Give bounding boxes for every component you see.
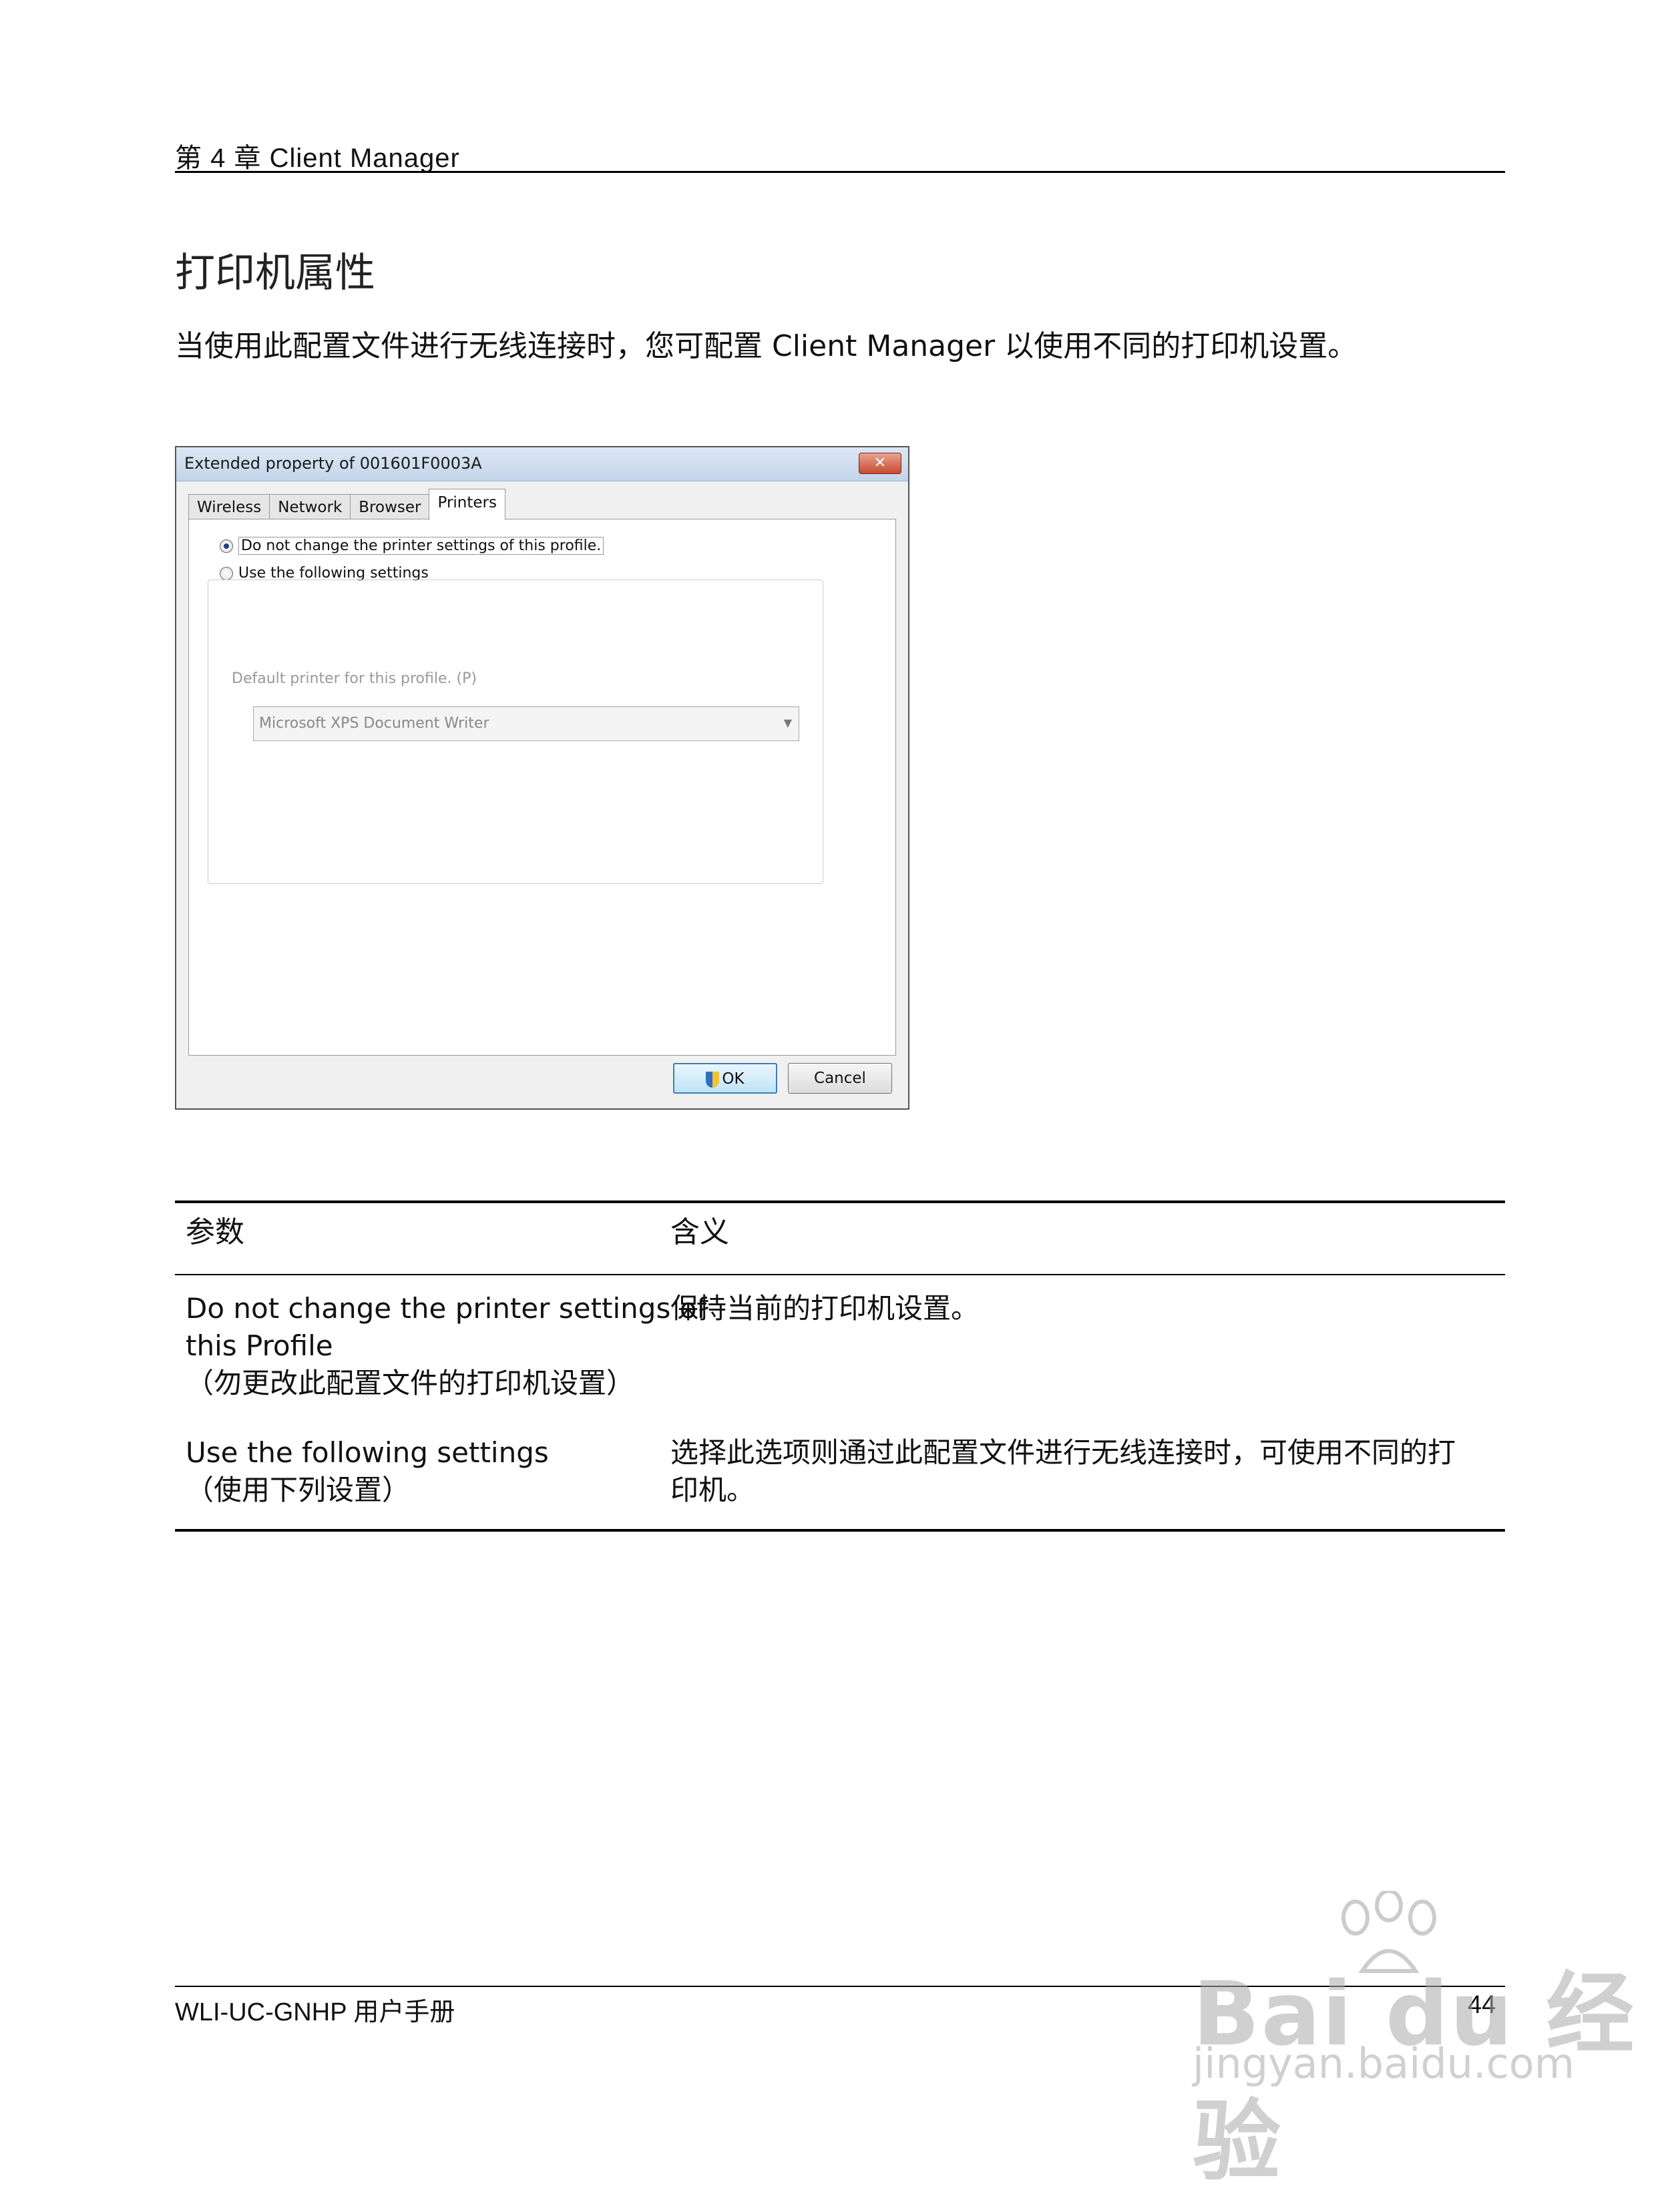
printers-tab-panel: Do not change the printer settings of th… (188, 519, 896, 1056)
table-row-2-param: Use the following settings （使用下列设置） (186, 1434, 549, 1509)
option-no-change-label: Do not change the printer settings of th… (238, 537, 604, 555)
table-header-rule (175, 1274, 1505, 1275)
radio-no-change[interactable] (220, 539, 233, 553)
close-icon: ✕ (873, 455, 887, 471)
table-row-1-meaning: 保持当前的打印机设置。 (670, 1292, 980, 1325)
ok-button-label: OK (722, 1070, 745, 1088)
section-title: 打印机属性 (175, 250, 375, 296)
close-button[interactable]: ✕ (859, 453, 901, 474)
dialog-titlebar: Extended property of 001601F0003A ✕ (176, 447, 908, 481)
shield-icon (706, 1071, 720, 1088)
radio-use-following[interactable] (220, 566, 233, 580)
cancel-button[interactable]: Cancel (788, 1063, 892, 1094)
tab-wireless[interactable]: Wireless (188, 494, 270, 520)
table-row-1-param: Do not change the printer settings of th… (186, 1290, 706, 1402)
footer-manual-name: WLI-UC-GNHP 用户手册 (175, 1998, 455, 2026)
table-header-param: 参数 (186, 1215, 244, 1249)
row-2-meaning-line1: 选择此选项则通过此配置文件进行无线连接时，可使用不同的打 (670, 1436, 1456, 1469)
tab-browser[interactable]: Browser (350, 494, 430, 520)
printer-select[interactable]: Microsoft XPS Document Writer ▼ (253, 706, 799, 741)
table-bottom-rule (175, 1529, 1505, 1532)
row-1-param-cn: （勿更改此配置文件的打印机设置） (186, 1367, 635, 1399)
chevron-down-icon: ▼ (783, 716, 792, 729)
header-rule (175, 171, 1505, 173)
tab-strip: Wireless Network Browser Printers (188, 489, 505, 520)
row-2-param-en: Use the following settings (186, 1436, 549, 1469)
intro-paragraph: 当使用此配置文件进行无线连接时，您可配置 Client Manager 以使用不… (175, 329, 1357, 363)
tab-printers[interactable]: Printers (429, 489, 505, 520)
row-2-param-cn: （使用下列设置） (186, 1474, 411, 1506)
printer-select-value: Microsoft XPS Document Writer (259, 715, 489, 732)
watermark-url: jingyan.baidu.com (1193, 2039, 1575, 2088)
row-2-meaning-line2: 印机。 (670, 1474, 755, 1506)
ok-button[interactable]: OK (673, 1063, 777, 1094)
dialog-title: Extended property of 001601F0003A (184, 454, 482, 473)
row-1-param-en-line1: Do not change the printer settings of (186, 1292, 707, 1325)
running-head: 第 4 章 Client Manager (175, 144, 460, 173)
table-header-meaning: 含义 (670, 1215, 729, 1249)
extended-property-dialog: Extended property of 001601F0003A ✕ Wire… (175, 446, 909, 1110)
table-row-2-meaning: 选择此选项则通过此配置文件进行无线连接时，可使用不同的打 印机。 (670, 1434, 1456, 1509)
default-printer-label: Default printer for this profile. (P) (232, 670, 477, 687)
table-top-rule (175, 1200, 1505, 1203)
option-no-change[interactable]: Do not change the printer settings of th… (220, 537, 604, 555)
tab-network[interactable]: Network (269, 494, 351, 520)
row-1-param-en-line2: this Profile (186, 1329, 333, 1362)
